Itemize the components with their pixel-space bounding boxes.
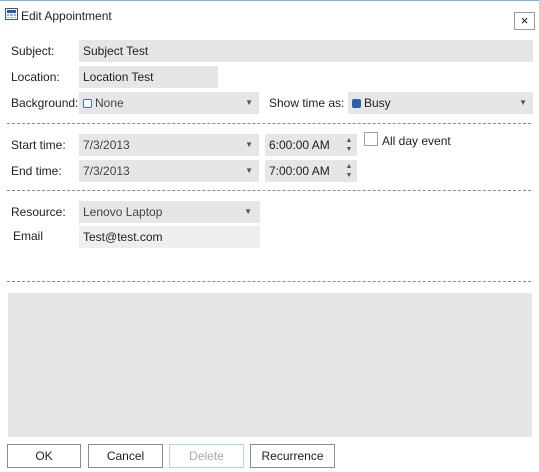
all-day-checkbox[interactable]	[364, 132, 378, 146]
start-date-dropdown[interactable]: 7/3/2013 ▼	[79, 134, 259, 156]
separator	[7, 281, 531, 282]
end-date-value: 7/3/2013	[83, 164, 130, 178]
background-label: Background:	[11, 96, 79, 110]
chevron-down-icon: ▼	[245, 166, 253, 175]
location-input[interactable]: Location Test	[79, 66, 218, 88]
chevron-down-icon: ▼	[244, 207, 252, 216]
show-time-as-label: Show time as:	[269, 96, 345, 110]
end-time-value: 7:00:00 AM	[269, 164, 330, 178]
spin-up-icon[interactable]: ▲	[346, 137, 353, 144]
background-dropdown[interactable]: None ▼	[79, 92, 259, 114]
email-input[interactable]: Test@test.com	[79, 226, 260, 248]
start-date-value: 7/3/2013	[83, 138, 130, 152]
subject-label: Subject:	[11, 44, 55, 58]
resource-label: Resource:	[11, 205, 66, 219]
spin-down-icon[interactable]: ▼	[346, 172, 353, 179]
spin-down-icon[interactable]: ▼	[346, 146, 353, 153]
email-label: Email	[13, 229, 44, 243]
chevron-down-icon: ▼	[245, 140, 253, 149]
start-time-spinner[interactable]: 6:00:00 AM ▲ ▼	[265, 134, 357, 156]
description-textarea[interactable]	[8, 293, 532, 437]
recurrence-button[interactable]: Recurrence	[250, 444, 335, 468]
spin-up-icon[interactable]: ▲	[346, 163, 353, 170]
resource-value: Lenovo Laptop	[83, 205, 163, 219]
chevron-down-icon: ▼	[245, 98, 253, 107]
calendar-icon	[5, 8, 18, 20]
all-day-label: All day event	[382, 134, 451, 148]
edit-appointment-window: Edit Appointment × Subject: Subject Test…	[0, 0, 539, 472]
separator	[7, 123, 531, 124]
background-swatch	[83, 99, 92, 108]
show-time-as-value: Busy	[364, 96, 391, 110]
end-time-spinner[interactable]: 7:00:00 AM ▲ ▼	[265, 160, 357, 182]
location-label: Location:	[11, 70, 60, 84]
subject-input[interactable]: Subject Test	[79, 40, 533, 62]
separator	[7, 190, 531, 191]
cancel-button[interactable]: Cancel	[88, 444, 163, 468]
start-time-label: Start time:	[11, 138, 66, 152]
busy-swatch	[352, 99, 361, 108]
close-icon: ×	[520, 13, 529, 28]
start-time-value: 6:00:00 AM	[269, 138, 330, 152]
resource-dropdown[interactable]: Lenovo Laptop ▼	[79, 201, 260, 223]
end-date-dropdown[interactable]: 7/3/2013 ▼	[79, 160, 259, 182]
delete-button[interactable]: Delete	[169, 444, 244, 468]
background-value: None	[95, 96, 124, 110]
end-time-label: End time:	[11, 164, 62, 178]
chevron-down-icon: ▼	[519, 98, 527, 107]
show-time-as-dropdown[interactable]: Busy ▼	[348, 92, 533, 114]
close-button[interactable]: ×	[514, 12, 535, 30]
ok-button[interactable]: OK	[7, 444, 81, 468]
window-title: Edit Appointment	[21, 9, 112, 23]
